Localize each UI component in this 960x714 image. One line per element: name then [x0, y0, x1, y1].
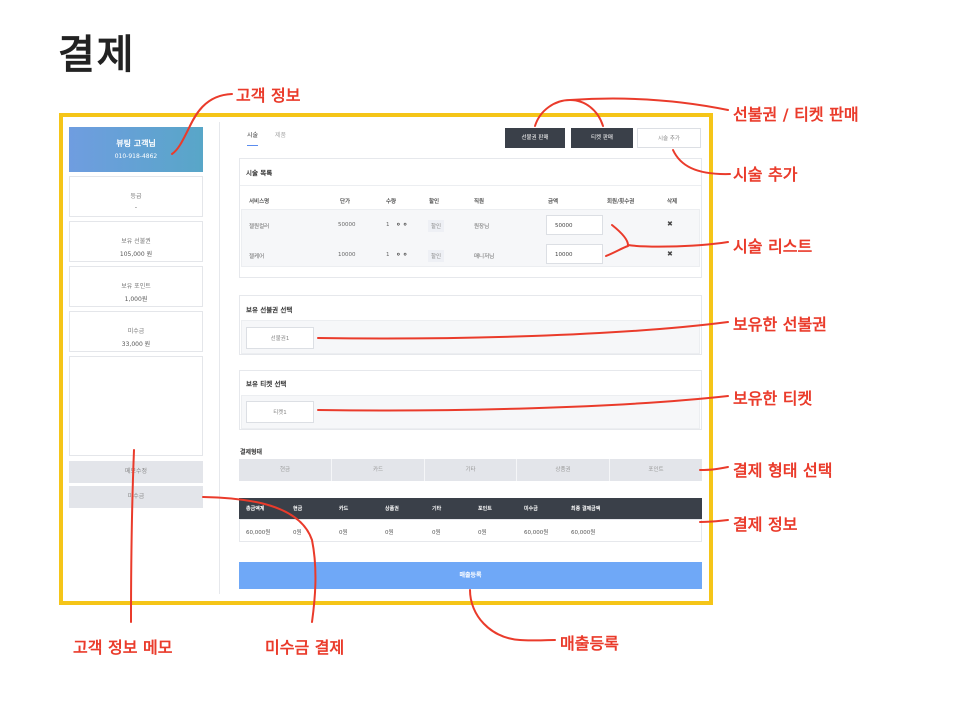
anno-owned-prepaid: 보유한 선불권	[733, 315, 827, 334]
anno-customer-memo: 고객 정보 메모	[73, 638, 173, 657]
anno-line-add-service	[672, 149, 731, 176]
anno-line-payment-info	[699, 519, 729, 523]
anno-line-payment-type	[699, 466, 729, 471]
anno-add-service: 시술 추가	[733, 165, 798, 184]
anno-line-ticket-sale	[569, 97, 729, 127]
anno-line-unpaid-payment	[202, 496, 317, 623]
anno-prepaid-ticket-sale: 선불권 / 티켓 판매	[733, 105, 859, 124]
anno-unpaid-payment: 미수금 결제	[265, 638, 345, 657]
anno-service-list: 시술 리스트	[733, 237, 813, 256]
anno-line-customer-memo	[130, 449, 135, 623]
anno-line-service-list	[605, 224, 729, 257]
anno-payment-type-select: 결제 형태 선택	[733, 461, 833, 480]
anno-line-owned-prepaid	[317, 321, 729, 340]
anno-sales-register: 매출등록	[560, 634, 619, 653]
anno-line-prepaid-sale	[534, 99, 571, 127]
anno-payment-info: 결제 정보	[733, 515, 798, 534]
anno-customer-info: 고객 정보	[236, 86, 301, 105]
anno-owned-ticket: 보유한 티켓	[733, 389, 813, 408]
anno-line-sales-register	[469, 589, 556, 642]
anno-line-customer-info	[171, 93, 233, 155]
anno-line-owned-ticket	[317, 395, 729, 412]
